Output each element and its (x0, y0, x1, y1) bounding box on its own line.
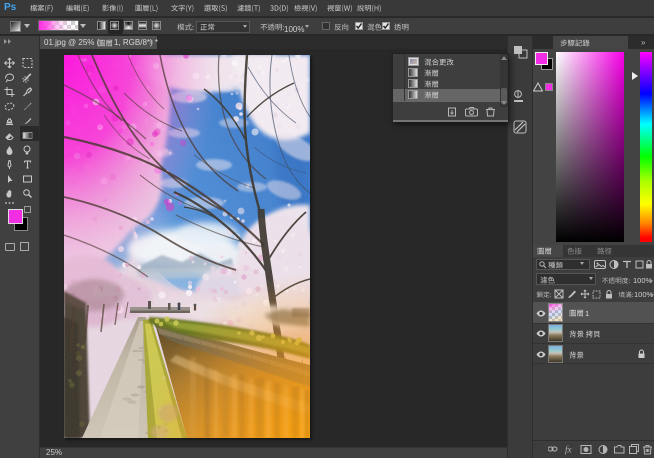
svg-text:fx: fx (565, 445, 572, 455)
